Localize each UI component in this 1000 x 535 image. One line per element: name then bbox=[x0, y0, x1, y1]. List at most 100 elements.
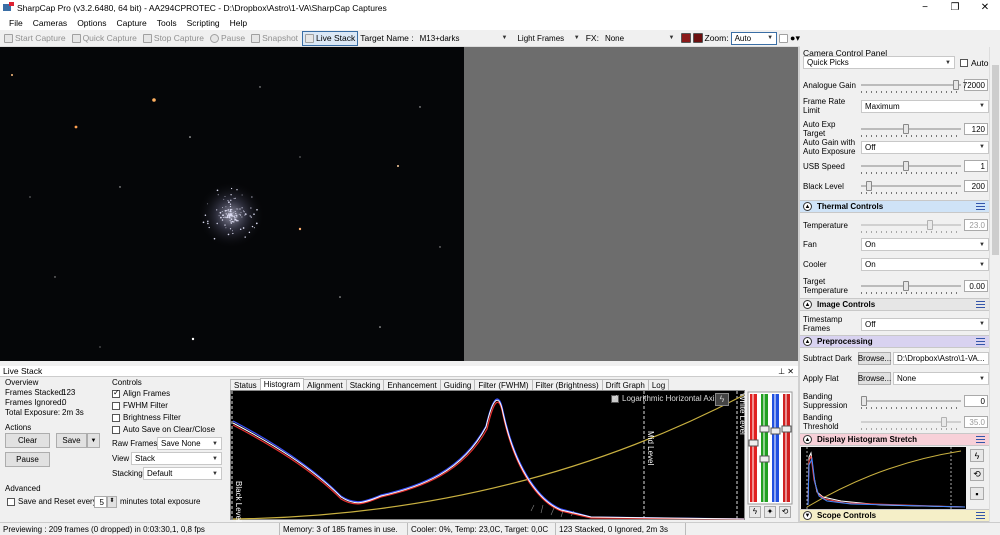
menu-icon[interactable] bbox=[976, 201, 985, 212]
target-temperature-input[interactable]: 0.00 bbox=[964, 280, 988, 292]
maximize-button[interactable]: ❐ bbox=[940, 2, 970, 13]
reset-icon[interactable]: ⟲ bbox=[970, 468, 984, 481]
subtract-dark-browse-button[interactable]: Browse... bbox=[858, 352, 891, 365]
usb-speed-input[interactable]: 1 bbox=[964, 160, 988, 172]
save-reset-minutes-input[interactable]: 5 bbox=[94, 496, 107, 508]
tab-enhancement[interactable]: Enhancement bbox=[383, 379, 441, 390]
tab-log[interactable]: Log bbox=[647, 379, 670, 390]
subtract-dark-select[interactable]: D:\Dropbox\Astro\1-VA... bbox=[893, 352, 989, 365]
quick-picks-select[interactable]: Quick Picks ▼ bbox=[803, 56, 955, 69]
fwhm-filter-checkbox[interactable] bbox=[112, 401, 120, 410]
frame-type-select[interactable]: Light Frames ▼ bbox=[513, 31, 584, 45]
fan-select[interactable]: On ▼ bbox=[861, 238, 989, 251]
tab-alignment[interactable]: Alignment bbox=[303, 379, 347, 390]
scrollbar-thumb[interactable] bbox=[992, 65, 999, 255]
menu-icon[interactable] bbox=[976, 434, 985, 445]
star-icon[interactable]: ✦ bbox=[764, 506, 776, 518]
fx-select[interactable]: None ▼ bbox=[600, 31, 679, 45]
save-reset-checkbox[interactable] bbox=[7, 497, 15, 506]
analogue-gain-slider[interactable] bbox=[861, 80, 961, 93]
align-frames-checkbox[interactable] bbox=[112, 388, 120, 398]
menu-capture[interactable]: Capture bbox=[111, 18, 151, 28]
start-capture-button[interactable]: Start Capture bbox=[2, 31, 68, 46]
mid-level-marker[interactable]: Mid Level bbox=[646, 431, 655, 465]
image-controls-header[interactable]: ▲ Image Controls bbox=[800, 298, 989, 311]
auto-stretch-icon[interactable]: ϟ bbox=[715, 393, 729, 406]
raw-frames-select[interactable]: Save None ▼ bbox=[157, 437, 222, 450]
menu-tools[interactable]: Tools bbox=[152, 18, 182, 28]
pin-icon[interactable]: ⊥ ✕ bbox=[778, 367, 794, 376]
analogue-gain-input[interactable]: 72000 bbox=[963, 79, 988, 91]
brightness-filter-checkbox[interactable] bbox=[112, 413, 120, 422]
histogram-icon[interactable] bbox=[779, 33, 789, 43]
tab-status[interactable]: Status bbox=[230, 379, 261, 390]
tab-histogram[interactable]: Histogram bbox=[259, 378, 305, 390]
pause-button[interactable]: Pause bbox=[208, 31, 247, 46]
frame-rate-limit-select[interactable]: Maximum ▼ bbox=[861, 99, 989, 113]
usb-speed-slider[interactable] bbox=[861, 161, 961, 174]
spinner-icon[interactable]: ⬍ bbox=[107, 496, 117, 508]
stacking-select[interactable]: Default ▼ bbox=[143, 467, 222, 480]
menu-icon[interactable] bbox=[976, 299, 985, 310]
magnifier-icon[interactable]: ●▾ bbox=[790, 33, 800, 44]
menu-help[interactable]: Help bbox=[225, 18, 252, 28]
view-select[interactable]: Stack ▼ bbox=[131, 452, 222, 465]
collapse-icon[interactable]: ▲ bbox=[803, 337, 812, 346]
menu-file[interactable]: File bbox=[4, 18, 28, 28]
banding-suppression-input[interactable]: 0 bbox=[964, 395, 988, 407]
auto-gain-select[interactable]: Off ▼ bbox=[861, 140, 989, 154]
menu-options[interactable]: Options bbox=[72, 18, 111, 28]
stack-histogram[interactable]: Logarithmic Horizontal Axis ϟ Black Leve… bbox=[230, 390, 747, 522]
auto-exp-target-input[interactable]: 120 bbox=[964, 123, 988, 135]
reset-icon[interactable]: ⟲ bbox=[779, 506, 791, 518]
timestamp-frames-select[interactable]: Off ▼ bbox=[861, 317, 989, 331]
minimize-button[interactable]: − bbox=[910, 2, 940, 13]
close-button[interactable]: ✕ bbox=[970, 2, 1000, 13]
reticle-icon[interactable] bbox=[692, 33, 703, 43]
collapse-icon[interactable]: ▲ bbox=[803, 300, 812, 309]
highlight-over-exposed-icon[interactable] bbox=[680, 33, 691, 43]
live-stack-button[interactable]: Live Stack bbox=[302, 30, 359, 46]
collapse-icon[interactable]: ▼ bbox=[803, 511, 812, 520]
save-button[interactable]: Save bbox=[56, 433, 87, 448]
clear-button[interactable]: Clear bbox=[5, 433, 50, 448]
menu-icon[interactable] bbox=[976, 510, 985, 521]
display-histogram-header[interactable]: ▲ Display Histogram Stretch bbox=[800, 433, 989, 446]
black-level-marker[interactable]: Black Level bbox=[234, 481, 243, 522]
tab-filter-fwhm[interactable]: Filter (FWHM) bbox=[474, 379, 533, 390]
collapse-icon[interactable]: ▲ bbox=[803, 202, 812, 211]
auto-stretch-icon[interactable]: ϟ bbox=[970, 449, 984, 462]
camera-panel-scrollbar[interactable] bbox=[989, 47, 1000, 522]
lightning-icon[interactable]: ϟ bbox=[749, 506, 761, 518]
banding-suppression-slider[interactable] bbox=[861, 396, 961, 409]
tab-filter-brightness[interactable]: Filter (Brightness) bbox=[531, 379, 603, 390]
target-temperature-slider[interactable] bbox=[861, 281, 961, 294]
auto-exp-target-slider[interactable] bbox=[861, 124, 961, 137]
menu-scripting[interactable]: Scripting bbox=[182, 18, 225, 28]
apply-flat-select[interactable]: None ▼ bbox=[893, 372, 989, 385]
stop-capture-button[interactable]: Stop Capture bbox=[141, 31, 206, 46]
apply-flat-browse-button[interactable]: Browse... bbox=[858, 372, 891, 385]
preview-image[interactable] bbox=[0, 47, 464, 361]
quick-capture-button[interactable]: Quick Capture bbox=[70, 31, 139, 46]
menu-cameras[interactable]: Cameras bbox=[28, 18, 72, 28]
save-icon[interactable]: ▪ bbox=[970, 487, 984, 500]
auto-save-checkbox[interactable] bbox=[112, 425, 120, 434]
zoom-select[interactable]: Auto ▼ bbox=[730, 31, 778, 45]
scope-controls-header[interactable]: ▼ Scope Controls bbox=[800, 509, 989, 522]
tab-stacking[interactable]: Stacking bbox=[345, 379, 385, 390]
tab-drift-graph[interactable]: Drift Graph bbox=[601, 379, 649, 390]
collapse-icon[interactable]: ▲ bbox=[803, 435, 812, 444]
display-histogram-chart[interactable] bbox=[801, 447, 966, 509]
log-axis-checkbox[interactable] bbox=[611, 393, 619, 403]
thermal-controls-header[interactable]: ▲ Thermal Controls bbox=[800, 200, 989, 213]
black-level-slider[interactable] bbox=[861, 181, 961, 194]
pause-stack-button[interactable]: Pause bbox=[5, 452, 50, 467]
target-name-select[interactable]: M13+darks ▼ bbox=[415, 31, 512, 45]
save-dropdown-icon[interactable]: ▼ bbox=[87, 433, 100, 448]
preprocessing-header[interactable]: ▲ Preprocessing bbox=[800, 335, 989, 348]
snapshot-button[interactable]: Snapshot bbox=[249, 31, 300, 46]
menu-icon[interactable] bbox=[976, 336, 985, 347]
auto-checkbox[interactable] bbox=[960, 58, 968, 67]
cooler-select[interactable]: On ▼ bbox=[861, 258, 989, 271]
